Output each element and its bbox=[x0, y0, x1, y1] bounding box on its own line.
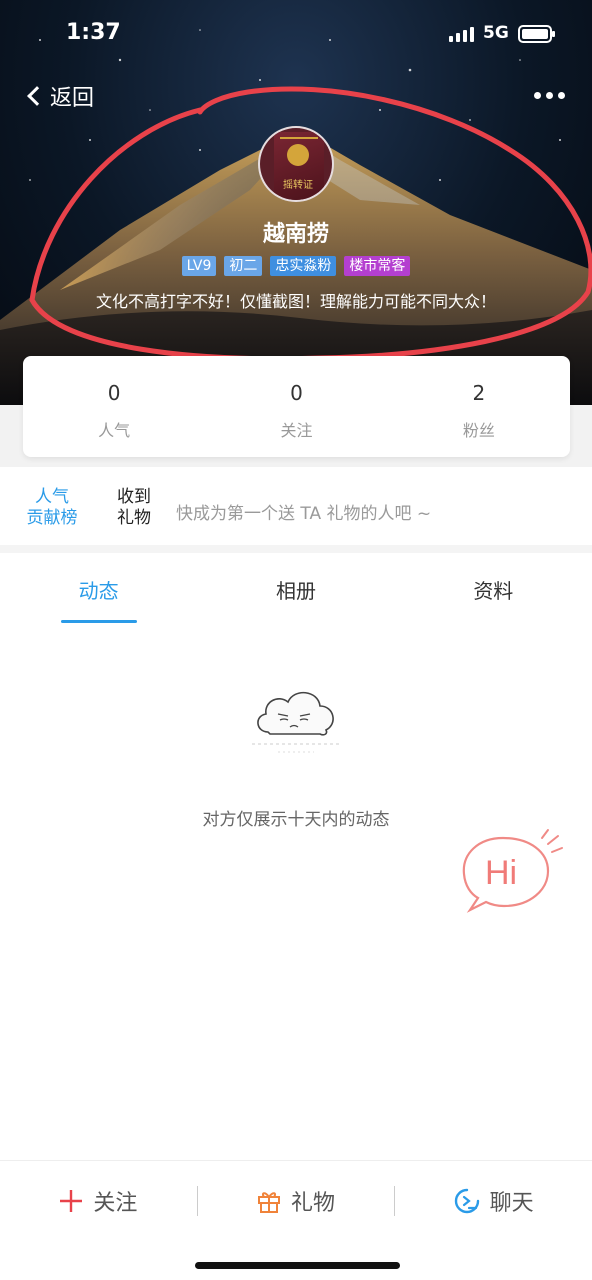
stat-value: 0 bbox=[107, 381, 121, 405]
stats-card: 0 人气 0 关注 2 粉丝 bbox=[23, 356, 570, 457]
username: 越南捞 bbox=[262, 222, 329, 247]
back-label: 返回 bbox=[50, 86, 95, 111]
back-chevron-icon bbox=[27, 86, 47, 106]
stat-label: 人气 bbox=[98, 421, 131, 440]
follow-label: 关注 bbox=[93, 1190, 138, 1216]
grade-tag[interactable]: 初二 bbox=[224, 256, 263, 276]
stat-fans[interactable]: 2 粉丝 bbox=[388, 356, 570, 457]
more-icon[interactable] bbox=[534, 92, 565, 99]
forum-tag[interactable]: 楼市常客 bbox=[344, 256, 411, 276]
signature: 文化不高打字不好！仅懂截图！理解能力可能不同大众！ bbox=[95, 292, 496, 311]
profile-banner: 1:37 5G 返回 摇转证 越南捞 LV9 初二 忠实淼粉 楼市常客 文化不高… bbox=[0, 0, 592, 405]
tab-feed[interactable]: 动态 bbox=[0, 553, 197, 625]
user-tags: LV9 初二 忠实淼粉 楼市常客 bbox=[0, 256, 592, 276]
stat-following[interactable]: 0 关注 bbox=[205, 356, 387, 457]
profile-tabs: 动态 相册 资料 bbox=[0, 553, 592, 625]
gift-row[interactable]: 人气 贡献榜 收到 礼物 快成为第一个送 TA 礼物的人吧 ~ bbox=[0, 467, 592, 545]
tab-album[interactable]: 相册 bbox=[197, 553, 394, 625]
stat-value: 2 bbox=[472, 381, 486, 405]
stat-label: 粉丝 bbox=[462, 421, 495, 440]
gift-label: 礼物 bbox=[291, 1190, 336, 1216]
passport-image bbox=[274, 132, 324, 200]
avatar[interactable]: 摇转证 bbox=[258, 126, 334, 202]
emblem-icon bbox=[287, 144, 309, 166]
chat-icon bbox=[454, 1188, 480, 1214]
chat-label: 聊天 bbox=[489, 1190, 534, 1216]
stat-popularity[interactable]: 0 人气 bbox=[23, 356, 205, 457]
tab-profile-info[interactable]: 资料 bbox=[395, 553, 592, 625]
gift-icon bbox=[257, 1189, 281, 1213]
back-button[interactable]: 返回 bbox=[26, 80, 94, 112]
status-time: 1:37 bbox=[66, 20, 121, 45]
network-type: 5G bbox=[483, 23, 509, 43]
cloud-icon bbox=[252, 691, 340, 753]
chat-button[interactable]: 聊天 bbox=[395, 1181, 592, 1221]
hi-icon[interactable]: Hi bbox=[458, 826, 564, 920]
level-tag[interactable]: LV9 bbox=[181, 256, 217, 276]
fan-tag[interactable]: 忠实淼粉 bbox=[270, 256, 337, 276]
home-indicator[interactable] bbox=[195, 1262, 400, 1269]
avatar-label: 摇转证 bbox=[283, 180, 313, 191]
battery-icon bbox=[518, 25, 555, 43]
gift-button[interactable]: 礼物 bbox=[198, 1181, 395, 1221]
status-bar: 1:37 5G bbox=[0, 0, 592, 70]
plus-icon bbox=[59, 1189, 83, 1213]
follow-button[interactable]: 关注 bbox=[0, 1181, 197, 1221]
popularity-rank-link[interactable]: 人气 贡献榜 bbox=[22, 487, 82, 529]
stat-label: 关注 bbox=[280, 421, 313, 440]
bottom-action-bar: 关注 礼物 聊天 bbox=[0, 1160, 592, 1240]
received-gifts-label: 收到 礼物 bbox=[117, 487, 151, 528]
gift-hint: 快成为第一个送 TA 礼物的人吧 ~ bbox=[176, 504, 432, 524]
stat-value: 0 bbox=[290, 381, 303, 405]
signal-icon bbox=[449, 26, 475, 42]
hi-text: Hi bbox=[485, 854, 517, 892]
